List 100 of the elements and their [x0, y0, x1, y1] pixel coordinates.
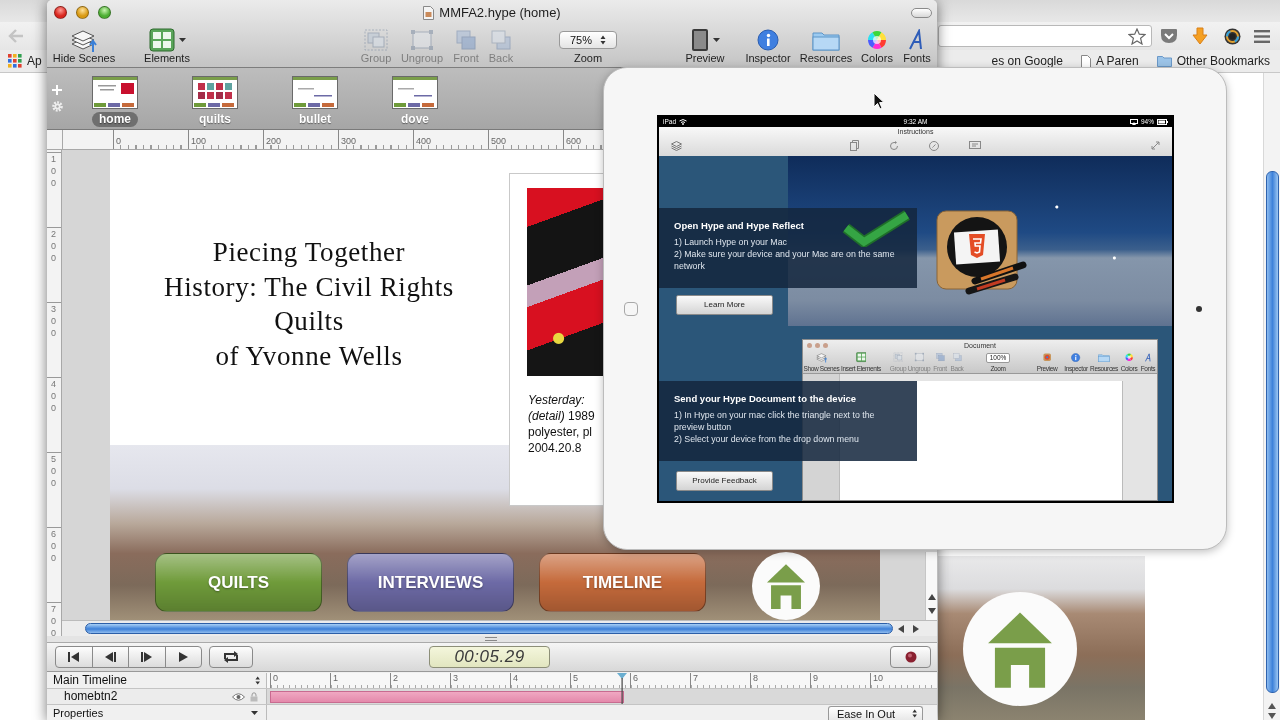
down-arrow-icon[interactable]	[1268, 713, 1276, 719]
ruler-label: 200	[266, 136, 282, 146]
eye-icon[interactable]	[232, 692, 245, 701]
tablet-icon	[690, 27, 709, 52]
stepper-icon	[254, 676, 260, 685]
time-ruler-label: 10	[873, 673, 883, 683]
home-icon[interactable]	[963, 592, 1077, 706]
panel-button[interactable]: Learn More	[676, 294, 773, 315]
scene-thumbnail[interactable]	[292, 76, 338, 109]
folder-icon	[1098, 352, 1110, 363]
fonts-button[interactable]: Fonts	[900, 27, 934, 65]
bring-front-icon	[934, 352, 946, 363]
window-title: MMFA2.hype (home)	[439, 5, 561, 20]
playhead[interactable]	[617, 673, 628, 704]
star-icon[interactable]	[1128, 27, 1146, 45]
horizontal-scrollbar[interactable]	[62, 620, 937, 636]
scene-thumbnail[interactable]	[392, 76, 438, 109]
caret-icon	[712, 37, 720, 42]
elements-button[interactable]: Elements	[137, 27, 197, 65]
home-icon[interactable]	[752, 552, 820, 620]
zoom-field[interactable]: 75%	[559, 30, 617, 49]
step-back-icon	[104, 652, 116, 662]
step-forward-button[interactable]	[128, 646, 166, 668]
bookmark-link[interactable]: Other Bookmarks	[1176, 54, 1270, 68]
camera-icon	[1196, 305, 1202, 312]
hide-scenes-button[interactable]: Hide Scenes	[48, 27, 120, 65]
play-icon	[178, 652, 189, 662]
menu-icon[interactable]	[1254, 29, 1270, 43]
step-back-button[interactable]	[91, 646, 129, 668]
ruler-label: 300	[341, 136, 357, 146]
ruler-label: 400	[51, 378, 57, 414]
loop-button[interactable]	[209, 646, 253, 668]
page-scrollbar[interactable]	[1263, 73, 1280, 720]
scene-tab[interactable]: home	[92, 112, 138, 127]
minimize-button[interactable]	[76, 6, 89, 19]
vertical-scrollbar[interactable]	[925, 552, 937, 620]
group-icon	[363, 27, 389, 52]
panel-step: 1) In Hype on your mac click the triangle next to the preview button	[674, 408, 906, 433]
info-icon	[1071, 352, 1081, 363]
panel-title: Send your Hype Document to the device	[674, 392, 857, 405]
expand-icon[interactable]	[1151, 141, 1160, 150]
ruler-label: 700	[51, 603, 57, 639]
apps-grid-icon[interactable]	[8, 54, 22, 68]
ungroup-icon	[913, 352, 925, 363]
inspector-button[interactable]: Inspector	[741, 27, 795, 65]
comment-icon[interactable]	[969, 141, 981, 150]
record-button[interactable]	[890, 646, 931, 668]
drag-handle-icon[interactable]	[485, 637, 497, 641]
caret-icon	[178, 37, 186, 42]
bookmark-link[interactable]: es on Google	[991, 54, 1063, 68]
easing-dropdown[interactable]: Ease In Out	[828, 706, 923, 720]
preview-button[interactable]: Preview	[680, 27, 730, 65]
skip-to-start-icon	[68, 652, 80, 662]
close-button[interactable]	[54, 6, 67, 19]
address-field[interactable]	[938, 25, 1152, 47]
down-arrow-icon[interactable]	[927, 608, 936, 614]
layers-icon[interactable]	[671, 140, 682, 151]
scene-thumbnail[interactable]	[192, 76, 238, 109]
color-ring-icon[interactable]	[1224, 27, 1241, 45]
properties-toggle[interactable]: Properties	[47, 705, 267, 720]
bookmark-link[interactable]: A Paren	[1095, 54, 1139, 68]
stage-title: Piecing Together History: The Civil Rights Quilts of Yvonne Wells	[163, 236, 455, 373]
ruler-label: 100	[191, 136, 207, 146]
up-arrow-icon[interactable]	[927, 594, 936, 600]
go-to-start-button[interactable]	[55, 646, 93, 668]
nav-button[interactable]: TIMELINE	[539, 553, 706, 612]
chevron-shield-icon[interactable]	[1160, 28, 1178, 44]
colors-button[interactable]: Colors	[857, 27, 897, 65]
color-wheel-icon	[867, 29, 887, 50]
time-ruler-label: 5	[573, 673, 578, 683]
panel-step: 2) Select your device from the drop down menu	[674, 432, 859, 445]
ungroup-icon	[409, 27, 435, 52]
left-arrow-icon[interactable]	[898, 624, 904, 633]
resources-button[interactable]: Resources	[797, 27, 855, 65]
copy-icon[interactable]	[850, 140, 859, 151]
wifi-icon	[679, 118, 687, 125]
play-button[interactable]	[164, 646, 202, 668]
scrollbar-thumb[interactable]	[1265, 171, 1279, 693]
toolbar-toggle-button[interactable]	[911, 7, 932, 18]
caret-icon	[251, 710, 258, 715]
time-ruler-label: 2	[393, 673, 398, 683]
font-icon	[909, 28, 925, 51]
font-icon	[1144, 352, 1152, 363]
pointer-cursor-icon	[873, 92, 885, 110]
panel-button[interactable]: Provide Feedback	[676, 470, 773, 491]
bookmark-link[interactable]: Ap	[27, 54, 42, 68]
app-icon	[1042, 353, 1052, 362]
right-arrow-icon[interactable]	[913, 624, 919, 633]
scene-thumbnail[interactable]	[92, 76, 138, 109]
ruler-label: 500	[51, 453, 57, 489]
up-arrow-icon[interactable]	[1268, 703, 1276, 709]
battery-icon	[1157, 118, 1168, 125]
time-ruler-label: 9	[813, 673, 818, 683]
scrollbar-thumb[interactable]	[85, 623, 893, 634]
zoom-button[interactable]	[98, 6, 111, 19]
record-icon	[904, 651, 917, 663]
compass-icon[interactable]	[929, 140, 939, 151]
nav-button[interactable]: INTERVIEWS	[347, 553, 514, 612]
time-ruler-label: 8	[753, 673, 758, 683]
checkmark-icon	[840, 209, 912, 247]
